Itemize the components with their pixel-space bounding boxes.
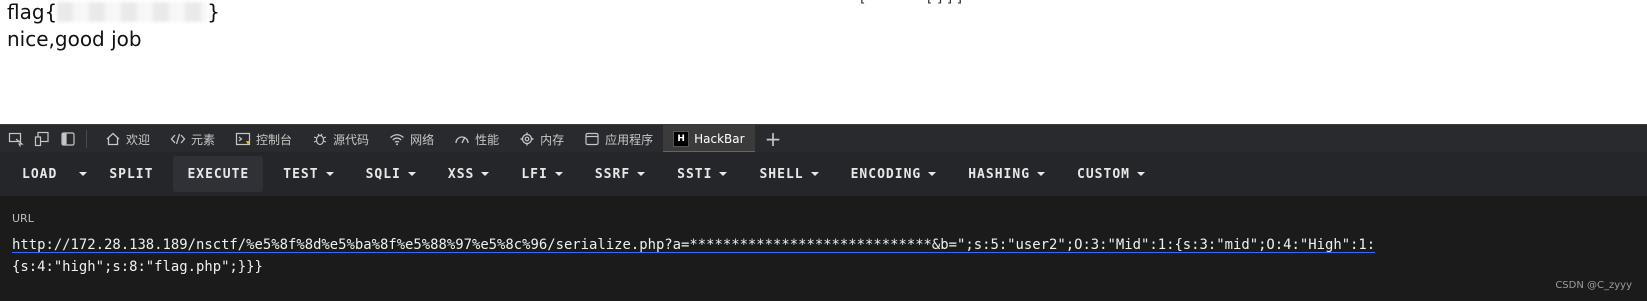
url-line-1: http://172.28.138.189/nsctf/%e5%8f%8d%e5… [12, 237, 1376, 253]
tab-elements[interactable]: 元素 [160, 125, 225, 153]
load-label: LOAD [22, 166, 58, 182]
device-emulation-icon[interactable] [32, 130, 52, 148]
chevron-down-icon [719, 172, 728, 176]
tab-welcome[interactable]: 欢迎 [95, 125, 160, 153]
window-icon [584, 131, 600, 147]
load-dropdown-toggle[interactable] [71, 156, 95, 192]
code-icon [170, 131, 186, 147]
toolbar-divider [86, 130, 87, 148]
cut-off-text: [ - - - - - - [ ] ] ] [860, 0, 962, 6]
sqli-menu[interactable]: SQLI [352, 156, 430, 192]
tab-hackbar[interactable]: H HackBar [663, 125, 756, 153]
test-menu[interactable]: TEST [269, 156, 347, 192]
ssrf-menu[interactable]: SSRF [581, 156, 659, 192]
lfi-menu[interactable]: LFI [507, 156, 576, 192]
load-button[interactable]: LOAD [8, 156, 71, 192]
ssrf-label: SSRF [594, 166, 631, 182]
tab-label: 性能 [475, 132, 500, 147]
hashing-menu[interactable]: HASHING [954, 156, 1059, 192]
ssti-label: SSTI [677, 166, 713, 182]
console-icon [235, 131, 251, 147]
gear-icon [519, 131, 535, 147]
url-line-2: {s:4:"high";s:8:"flag.php";}}} [12, 259, 263, 275]
tab-memory[interactable]: 内存 [509, 125, 574, 153]
wifi-icon [389, 131, 405, 147]
split-button[interactable]: SPLIT [95, 156, 167, 192]
split-label: SPLIT [109, 166, 154, 182]
flag-suffix: } [207, 0, 221, 24]
url-panel: URL http://172.28.138.189/nsctf/%e5%8f%8… [0, 196, 1647, 301]
lfi-label: LFI [521, 166, 548, 182]
chevron-down-icon [810, 172, 819, 176]
tab-label: 源代码 [333, 132, 370, 147]
chevron-down-icon [554, 172, 563, 176]
execute-label: EXECUTE [187, 166, 250, 182]
home-icon [105, 131, 121, 147]
tab-application[interactable]: 应用程序 [574, 125, 663, 153]
chevron-down-icon [1037, 172, 1046, 176]
inspect-element-icon[interactable] [6, 130, 26, 148]
flag-line: flag{} [7, 0, 220, 24]
tab-label: 网络 [410, 132, 435, 147]
csdn-watermark: CSDN @C_zyyy [1555, 280, 1632, 291]
tab-performance[interactable]: 性能 [444, 125, 509, 153]
ssti-menu[interactable]: SSTI [663, 156, 741, 192]
gauge-icon [454, 131, 470, 147]
chevron-down-icon [325, 172, 334, 176]
tab-label: 元素 [191, 132, 216, 147]
flag-prefix: flag{ [7, 0, 58, 24]
tab-label: 欢迎 [126, 132, 151, 147]
chevron-down-icon [79, 172, 88, 176]
encoding-label: ENCODING [850, 166, 922, 182]
shell-menu[interactable]: SHELL [745, 156, 832, 192]
chevron-down-icon [481, 172, 490, 176]
tab-network[interactable]: 网络 [379, 125, 444, 153]
custom-menu[interactable]: CUSTOM [1063, 156, 1159, 192]
encoding-menu[interactable]: ENCODING [837, 156, 951, 192]
sqli-label: SQLI [365, 166, 401, 182]
hackbar-toolbar: LOAD SPLIT EXECUTE TEST SQLI XSS LFI SSR… [0, 152, 1647, 196]
tab-console[interactable]: 控制台 [225, 125, 302, 153]
url-input[interactable]: http://172.28.138.189/nsctf/%e5%8f%8d%e5… [12, 234, 1632, 278]
chevron-down-icon [637, 172, 646, 176]
tab-label: 内存 [540, 132, 565, 147]
chevron-down-icon [928, 172, 937, 176]
hashing-label: HASHING [968, 166, 1031, 182]
shell-label: SHELL [759, 166, 804, 182]
success-message: nice,good job [7, 27, 142, 51]
hackbar-logo-icon: H [673, 131, 690, 147]
add-tab-button[interactable]: + [755, 125, 792, 153]
custom-label: CUSTOM [1077, 166, 1130, 182]
page-content: [ - - - - - - [ ] ] ] flag{} nice,good j… [0, 0, 1647, 124]
dock-side-icon[interactable] [58, 130, 78, 148]
test-label: TEST [283, 166, 319, 182]
xss-label: XSS [447, 166, 475, 182]
plus-icon: + [764, 127, 782, 151]
url-label: URL [12, 212, 34, 225]
tab-sources[interactable]: 源代码 [302, 125, 379, 153]
redacted-flag-mask [57, 2, 208, 22]
execute-button[interactable]: EXECUTE [173, 156, 264, 192]
chevron-down-icon [1137, 172, 1145, 176]
bug-icon [312, 131, 328, 147]
tab-label: HackBar [694, 132, 745, 146]
devtools-tab-bar: 欢迎 元素 控制台 源代码 网络 性能 内存 应用程序 H HackBar + [0, 124, 1647, 153]
xss-menu[interactable]: XSS [434, 156, 503, 192]
tab-label: 控制台 [256, 132, 293, 147]
tab-label: 应用程序 [605, 132, 654, 147]
chevron-down-icon [407, 172, 416, 176]
